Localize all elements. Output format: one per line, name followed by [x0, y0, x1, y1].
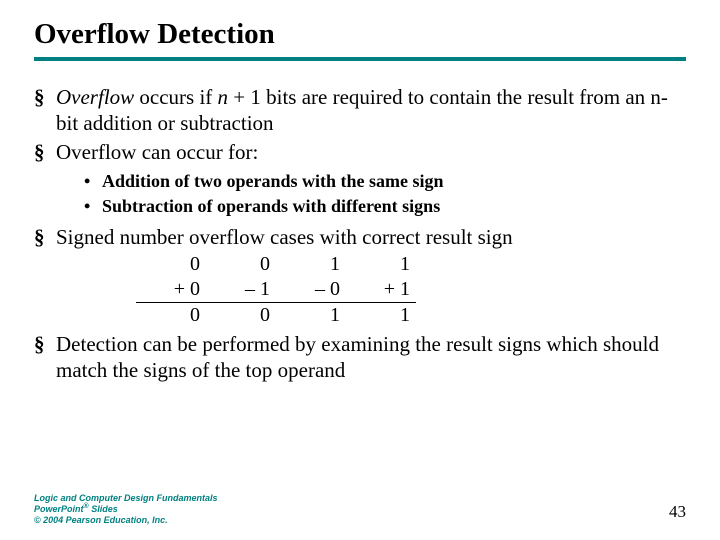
bullet-4: Detection can be performed by examining … — [34, 332, 686, 383]
cases-row-3: 0 0 1 1 — [136, 303, 686, 328]
cases-r3c2: 0 — [206, 303, 276, 328]
bullet-2-sub-b: Subtraction of operands with different s… — [84, 195, 686, 218]
bullet-1: Overflow occurs if n + 1 bits are requir… — [34, 85, 686, 136]
footer-line-2b: Slides — [89, 504, 118, 514]
cases-r2c2: – 1 — [206, 277, 276, 303]
footer-credit: Logic and Computer Design Fundamentals P… — [34, 493, 218, 526]
page-number: 43 — [669, 502, 686, 522]
cases-row-2: + 0 – 1 – 0 + 1 — [136, 277, 686, 303]
cases-r1c4: 1 — [346, 252, 416, 277]
footer-line-3: © 2004 Pearson Education, Inc. — [34, 515, 218, 526]
bullet-3-text: Signed number overflow cases with correc… — [56, 225, 513, 249]
bullet-2-sub-a: Addition of two operands with the same s… — [84, 170, 686, 193]
bullet-1-text-a: occurs if — [134, 85, 217, 109]
bullet-2-text: Overflow can occur for: — [56, 140, 258, 164]
cases-r2c3: – 0 — [276, 277, 346, 303]
cases-r1c2: 0 — [206, 252, 276, 277]
cases-r1c3: 1 — [276, 252, 346, 277]
cases-r1c1: 0 — [136, 252, 206, 277]
bullet-list: Overflow occurs if n + 1 bits are requir… — [34, 85, 686, 383]
cases-r3c1: 0 — [136, 303, 206, 328]
bullet-3: Signed number overflow cases with correc… — [34, 225, 686, 329]
cases-row-1: 0 0 1 1 — [136, 252, 686, 277]
slide-title: Overflow Detection — [34, 18, 686, 51]
slide-content: Overflow Detection Overflow occurs if n … — [0, 0, 720, 383]
bullet-1-italic-overflow: Overflow — [56, 85, 134, 109]
cases-r2c4: + 1 — [346, 277, 416, 303]
footer-line-1: Logic and Computer Design Fundamentals — [34, 493, 218, 504]
bullet-2: Overflow can occur for: Addition of two … — [34, 140, 686, 218]
bullet-2-sublist: Addition of two operands with the same s… — [84, 170, 686, 219]
cases-r2c1: + 0 — [136, 277, 206, 303]
footer-line-2a: PowerPoint — [34, 504, 84, 514]
footer-line-2: PowerPoint® Slides — [34, 503, 218, 515]
title-underline — [34, 57, 686, 61]
cases-r3c4: 1 — [346, 303, 416, 328]
cases-r3c3: 1 — [276, 303, 346, 328]
bullet-1-italic-n: n — [218, 85, 229, 109]
overflow-cases-table: 0 0 1 1 + 0 – 1 – 0 + 1 0 0 1 1 — [136, 252, 686, 328]
